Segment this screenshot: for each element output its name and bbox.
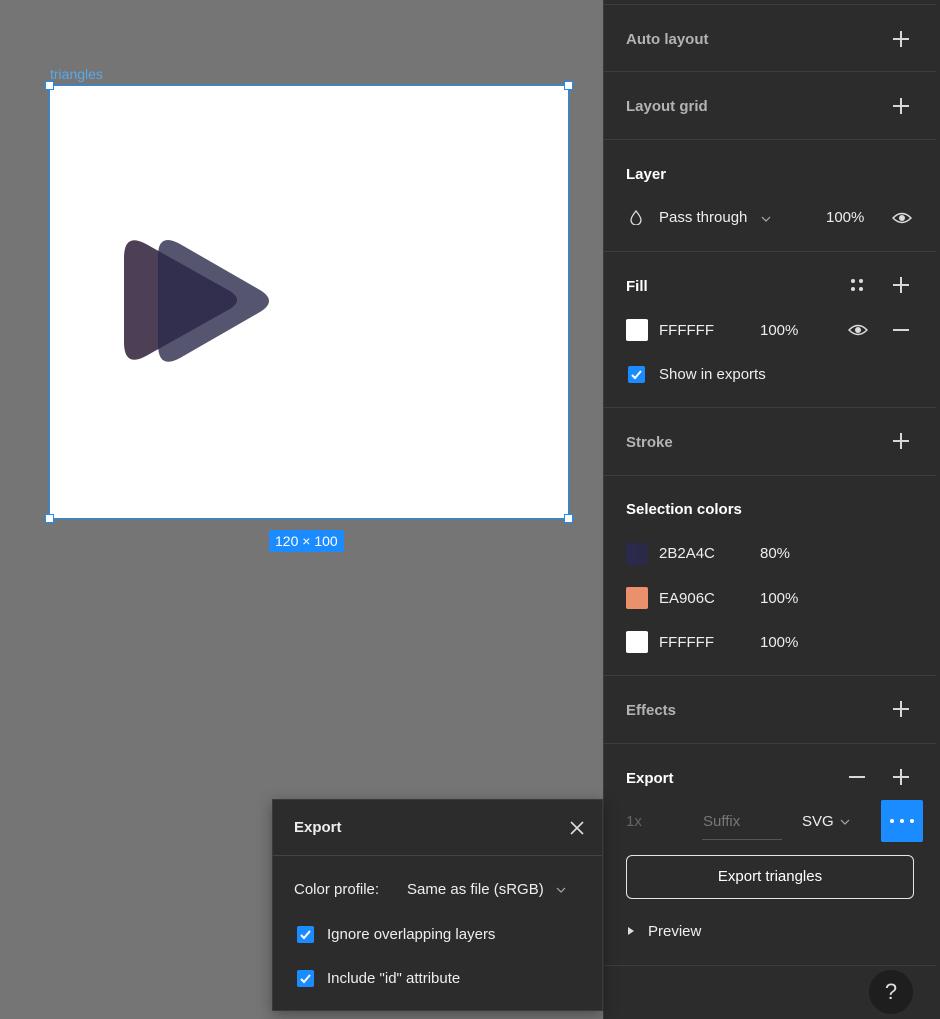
popup-header: Export: [273, 800, 602, 856]
stroke-section: Stroke: [604, 408, 936, 476]
eye-icon[interactable]: [892, 211, 912, 225]
properties-panel: Auto layout Layout grid Layer Pass throu…: [603, 0, 940, 1019]
include-id-label: Include "id" attribute: [327, 970, 461, 987]
fill-visibility-eye-icon[interactable]: [848, 323, 868, 337]
front-triangle: [158, 240, 269, 362]
triangles-frame[interactable]: [49, 85, 569, 519]
export-scale-select[interactable]: 1x: [626, 813, 642, 830]
resize-handle-top-left[interactable]: [45, 81, 54, 90]
stroke-title: Stroke: [626, 434, 673, 451]
layer-opacity-value[interactable]: 100%: [826, 209, 864, 226]
fill-section: Fill FFFFFF 100% Show in exports: [604, 252, 936, 408]
selection-color-hex[interactable]: 2B2A4C: [659, 545, 715, 562]
preview-toggle[interactable]: Preview: [648, 923, 701, 940]
layer-section: Layer Pass through 100%: [604, 140, 936, 252]
add-export-icon[interactable]: [893, 769, 909, 785]
export-settings-popup: Export Color profile: Same as file (sRGB…: [272, 799, 603, 1011]
export-title: Export: [626, 770, 674, 787]
add-effect-icon[interactable]: [893, 701, 909, 717]
help-button[interactable]: ?: [869, 970, 913, 1014]
fill-title: Fill: [626, 278, 648, 295]
auto-layout-title: Auto layout: [626, 31, 709, 48]
remove-fill-icon[interactable]: [893, 322, 909, 338]
selection-color-opacity[interactable]: 100%: [760, 590, 798, 607]
effects-section: Effects: [604, 676, 936, 744]
layout-grid-title: Layout grid: [626, 98, 708, 115]
selection-color-swatch[interactable]: [626, 587, 648, 609]
resize-handle-top-right[interactable]: [564, 81, 573, 90]
caret-right-icon: [628, 927, 634, 935]
resize-handle-bottom-right[interactable]: [564, 514, 573, 523]
suffix-underline: [702, 839, 782, 840]
add-stroke-icon[interactable]: [893, 433, 909, 449]
export-format-select[interactable]: SVG: [802, 813, 834, 830]
blend-mode-icon: [630, 210, 642, 225]
layout-grid-section: Layout grid: [604, 72, 936, 140]
selection-color-swatch[interactable]: [626, 631, 648, 653]
ignore-overlapping-checkbox[interactable]: [297, 926, 314, 943]
frame-name-label[interactable]: triangles: [50, 66, 103, 82]
chevron-down-icon: [761, 216, 771, 222]
popup-title: Export: [294, 819, 342, 836]
add-layout-grid-icon[interactable]: [893, 98, 909, 114]
export-triangles-button[interactable]: Export triangles: [626, 855, 914, 899]
effects-title: Effects: [626, 702, 677, 719]
chevron-down-icon: [556, 887, 566, 893]
export-suffix-input[interactable]: Suffix: [703, 813, 740, 830]
selection-color-hex[interactable]: FFFFFF: [659, 634, 714, 651]
chevron-down-icon: [840, 819, 850, 825]
fill-opacity-value[interactable]: 100%: [760, 322, 798, 339]
show-in-exports-checkbox[interactable]: [628, 366, 645, 383]
selection-color-swatch[interactable]: [626, 543, 648, 565]
export-settings-button[interactable]: [881, 800, 923, 842]
fill-color-swatch[interactable]: [626, 319, 648, 341]
selection-color-opacity[interactable]: 100%: [760, 634, 798, 651]
show-in-exports-label: Show in exports: [659, 366, 766, 383]
layer-title: Layer: [626, 166, 667, 183]
selection-colors-section: Selection colors 2B2A4C 80% EA906C 100% …: [604, 476, 936, 676]
selection-color-hex[interactable]: EA906C: [659, 590, 715, 607]
selection-colors-title: Selection colors: [626, 501, 742, 518]
include-id-checkbox[interactable]: [297, 970, 314, 987]
fill-hex-value[interactable]: FFFFFF: [659, 322, 714, 339]
auto-layout-section: Auto layout: [604, 4, 936, 72]
color-profile-select[interactable]: Same as file (sRGB): [407, 881, 544, 898]
add-auto-layout-icon[interactable]: [893, 31, 909, 47]
remove-export-icon[interactable]: [849, 769, 865, 785]
styles-icon[interactable]: [850, 278, 864, 292]
close-icon[interactable]: [569, 820, 585, 836]
blend-mode-select[interactable]: Pass through: [659, 209, 747, 226]
color-profile-label: Color profile:: [294, 881, 380, 898]
add-fill-icon[interactable]: [893, 277, 909, 293]
ignore-overlapping-label: Ignore overlapping layers: [327, 926, 496, 943]
size-badge: 120 × 100: [269, 530, 344, 552]
resize-handle-bottom-left[interactable]: [45, 514, 54, 523]
selection-color-opacity[interactable]: 80%: [760, 545, 790, 562]
triangles-artwork: [124, 240, 269, 362]
